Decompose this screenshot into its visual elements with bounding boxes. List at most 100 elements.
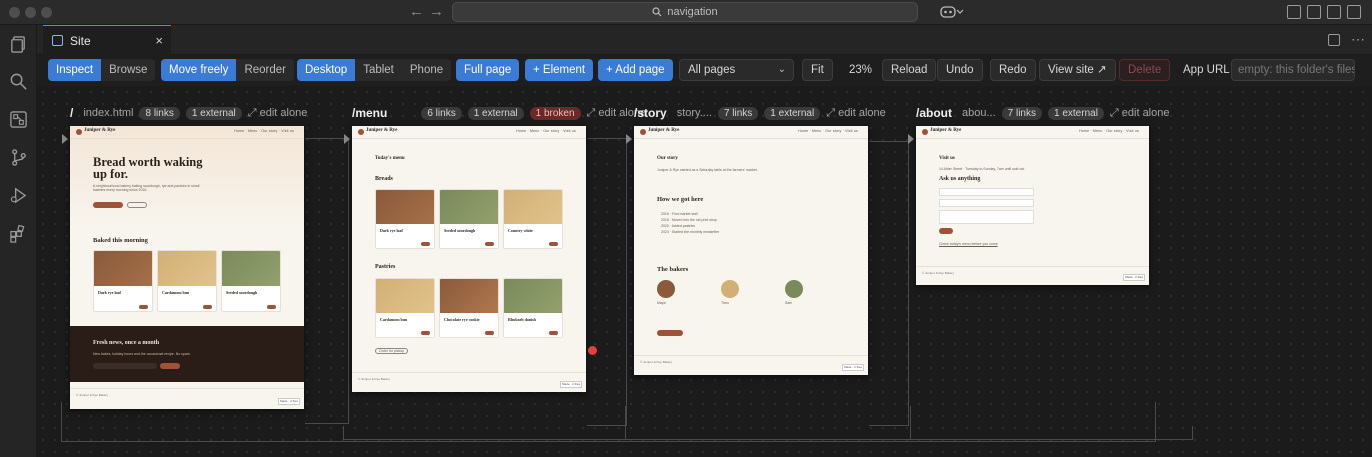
edit-alone-link[interactable]: ⤢ edit alone	[1110, 107, 1170, 120]
broken-link-marker[interactable]	[588, 346, 597, 355]
tablet-button[interactable]: Tablet	[355, 59, 402, 81]
activity-bar	[0, 25, 37, 457]
product-card: Chocolate rye cookie	[439, 278, 499, 338]
edit-alone-link[interactable]: ⤢ edit alone	[826, 107, 886, 120]
page-drag-handle[interactable]	[344, 134, 350, 144]
baker-avatar	[657, 280, 675, 298]
route-label: /	[70, 106, 74, 120]
undo-button[interactable]: Undo	[937, 59, 983, 81]
product-card: Rhubarb danish	[503, 278, 563, 338]
file-label[interactable]: index.html	[83, 107, 133, 119]
hero-subtitle: A neighbourhood bakery baking sourdough,…	[93, 184, 200, 192]
copilot-icon[interactable]	[940, 4, 964, 20]
toggle-primary-sidebar-icon[interactable]	[1307, 5, 1321, 19]
close-icon[interactable]: ×	[155, 33, 163, 48]
app-url-label: App URL	[1183, 64, 1230, 76]
ask-heading: Ask us anything	[939, 176, 981, 182]
route-label: /menu	[352, 106, 388, 120]
tab-label: Site	[70, 33, 91, 48]
toggle-panel-icon[interactable]	[1327, 5, 1341, 19]
add-page-button[interactable]: + Add page	[598, 59, 673, 81]
site-map-icon[interactable]	[9, 110, 28, 129]
page-thumbnail-menu[interactable]: Juniper & Rye Home · Menu · Our story · V…	[352, 126, 586, 392]
search-text: navigation	[667, 6, 718, 18]
minimize-window-button[interactable]	[25, 7, 36, 18]
more-actions-icon[interactable]: ⋯	[1351, 31, 1365, 48]
page-header-home: / index.html 8 links 1 external ⤢ edit a…	[70, 106, 307, 120]
zoom-window-button[interactable]	[41, 7, 52, 18]
route-label: /story	[634, 106, 667, 120]
links-badge: 7 links	[717, 106, 759, 120]
baker-avatar	[785, 280, 803, 298]
route-label: /about	[916, 106, 952, 120]
external-badge: 1 external	[1048, 106, 1104, 120]
search-icon[interactable]	[9, 72, 28, 91]
link-connector	[869, 141, 909, 426]
site-canvas[interactable]: / index.html 8 links 1 external ⤢ edit a…	[37, 86, 1372, 457]
reload-button[interactable]: Reload	[882, 59, 937, 81]
arrow-right-icon[interactable]: →	[429, 3, 444, 21]
chevron-down-icon: ⌄	[777, 64, 786, 75]
app-url-input[interactable]: empty: this folder's files	[1231, 59, 1355, 81]
links-badge: 8 links	[139, 106, 180, 120]
page-drag-handle[interactable]	[626, 134, 632, 144]
hero-title: Bread worth waking up for.	[93, 155, 203, 181]
redo-button[interactable]: Redo	[990, 59, 1036, 81]
links-badge: 6 links	[421, 106, 462, 120]
view-site-button[interactable]: View site ↗	[1039, 59, 1116, 81]
move-freely-button[interactable]: Move freely	[161, 59, 237, 81]
zoom-level: 23%	[849, 64, 873, 76]
magnifier-icon	[652, 7, 662, 17]
page-drag-handle[interactable]	[62, 134, 68, 144]
name-field	[939, 188, 1034, 196]
full-page-button[interactable]: Full page	[456, 59, 520, 81]
edit-alone-link[interactable]: ⤢ edit alone	[248, 107, 308, 120]
link-connector	[625, 406, 911, 440]
thumb-footer: © Juniper & Rye Bakery Made · 2 files	[70, 388, 304, 409]
hero-secondary-button	[127, 202, 147, 208]
extensions-icon[interactable]	[9, 224, 28, 243]
product-card: Dark rye loaf	[375, 189, 435, 249]
site-toolbar: Inspect Browse Move freely Reorder Deskt…	[37, 55, 1372, 86]
link-connector	[587, 138, 627, 426]
pastries-heading: Pastries	[375, 264, 396, 270]
file-label[interactable]: abou...	[962, 107, 996, 119]
product-card: Cardamom bun	[157, 250, 217, 312]
broken-badge: 1 broken	[529, 106, 581, 120]
source-control-icon[interactable]	[9, 148, 28, 167]
email-field	[939, 199, 1034, 207]
toggle-secondary-sidebar-icon[interactable]	[1347, 5, 1361, 19]
page-header-about: /about abou... 7 links 1 external ⤢ edit…	[916, 106, 1169, 120]
hero-primary-button	[93, 202, 123, 208]
delete-button[interactable]: Delete	[1119, 59, 1171, 81]
arrow-left-icon[interactable]: ←	[409, 3, 424, 21]
tab-site[interactable]: Site ×	[43, 25, 171, 55]
layout-customize-icon[interactable]	[1287, 5, 1301, 19]
message-field	[939, 210, 1034, 224]
page-thumbnail-about[interactable]: Juniper & Rye Home · Menu · Our story · V…	[916, 126, 1149, 285]
file-label[interactable]: story....	[677, 107, 712, 119]
add-element-button[interactable]: + Element	[525, 59, 594, 81]
browse-button[interactable]: Browse	[101, 59, 155, 81]
pages-select-value: All pages	[688, 64, 736, 76]
split-editor-icon[interactable]	[1328, 34, 1340, 46]
page-drag-handle[interactable]	[908, 134, 914, 144]
inspect-button[interactable]: Inspect	[48, 59, 102, 81]
page-thumbnail-story[interactable]: Juniper & Rye Home · Menu · Our story · V…	[634, 126, 868, 375]
reorder-button[interactable]: Reorder	[236, 59, 294, 81]
link-connector	[305, 138, 349, 424]
page-header-menu: /menu 6 links 1 external 1 broken ⤢ edit…	[352, 106, 646, 120]
pages-select[interactable]: All pages ⌄	[679, 59, 794, 81]
mode-segment: Inspect Browse	[48, 59, 156, 81]
close-window-button[interactable]	[9, 7, 20, 18]
phone-button[interactable]: Phone	[402, 59, 451, 81]
command-search-input[interactable]: navigation	[452, 2, 918, 22]
run-debug-icon[interactable]	[9, 186, 28, 205]
order-button: Order for pickup	[375, 348, 409, 354]
page-thumbnail-home[interactable]: Juniper & Rye Home · Menu · Our story · V…	[70, 126, 304, 409]
files-icon[interactable]	[9, 35, 28, 54]
fit-button[interactable]: Fit	[802, 59, 833, 81]
menu-title: Today's menu	[375, 156, 405, 161]
product-card: Cardamom bun	[375, 278, 435, 338]
desktop-button[interactable]: Desktop	[297, 59, 356, 81]
